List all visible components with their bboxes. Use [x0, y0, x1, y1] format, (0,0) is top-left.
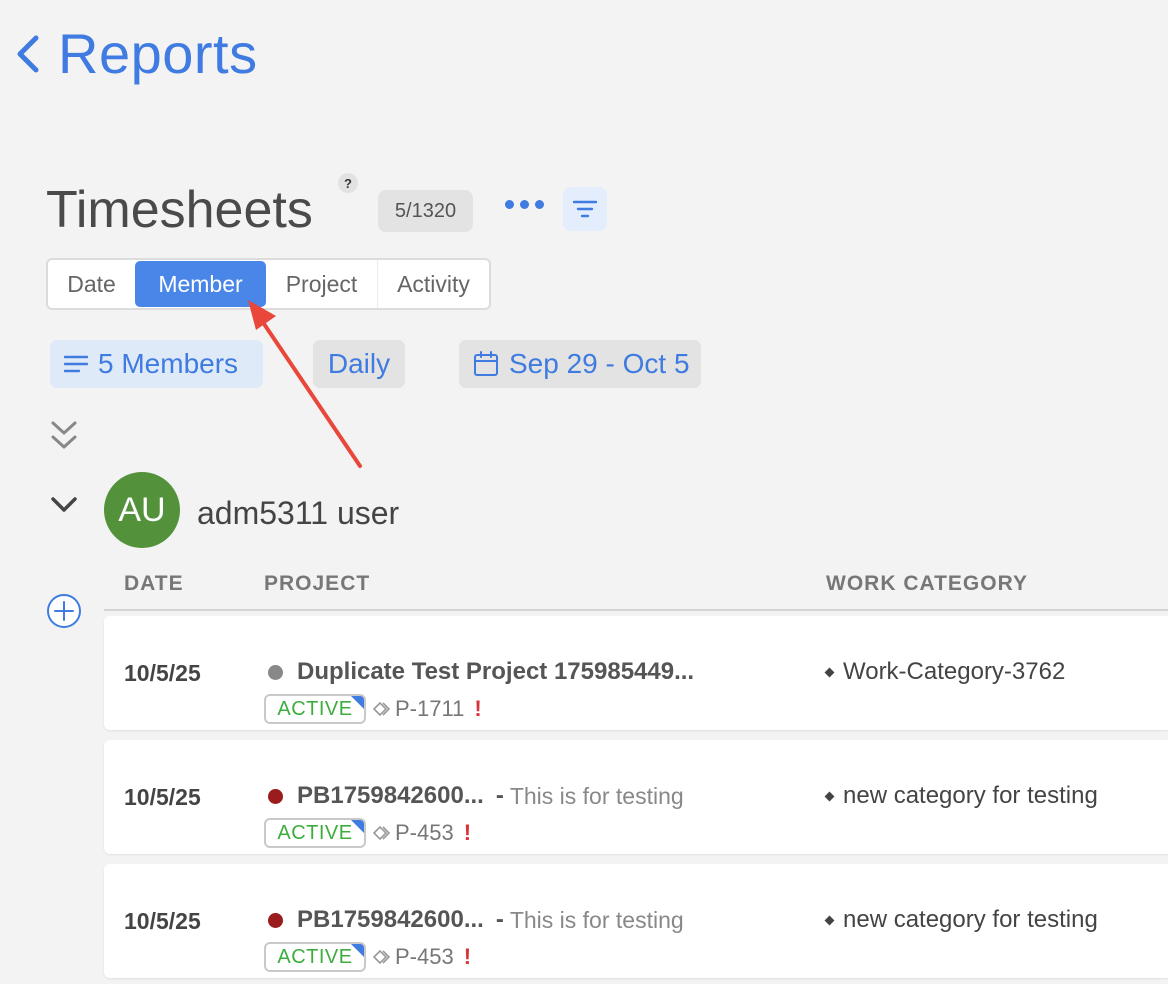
collapse-all-button[interactable]: [50, 420, 78, 457]
project-code: P-453: [372, 944, 454, 970]
tab-date[interactable]: Date: [48, 260, 135, 308]
warning-icon: !: [474, 696, 482, 721]
calendar-icon: [474, 351, 498, 376]
project-code-text: P-453: [395, 820, 454, 845]
work-category-text: new category for testing: [843, 906, 1098, 933]
project-color-dot: [268, 788, 283, 804]
project-name: PB1759842600...: [297, 906, 484, 933]
filter-button[interactable]: [563, 187, 607, 231]
members-filter-label: 5 Members: [98, 348, 239, 379]
more-options-icon[interactable]: [505, 200, 544, 209]
table-row[interactable]: 10/5/25 Duplicate Test Project 175985449…: [104, 616, 1168, 730]
status-label: ACTIVE: [277, 945, 353, 968]
warning-icon: !: [463, 944, 472, 969]
list-icon: [64, 355, 88, 373]
row-work-category: new category for testing: [824, 906, 1098, 934]
frequency-filter-chip[interactable]: Daily: [313, 340, 405, 388]
back-to-reports-link[interactable]: Reports: [14, 22, 258, 86]
row-project[interactable]: PB1759842600... - This is for testing: [268, 906, 684, 934]
row-project-meta: ACTIVE P-453 !: [264, 942, 471, 972]
project-code-text: P-453: [395, 944, 454, 969]
code-tag-icon: [372, 825, 391, 841]
add-entry-button[interactable]: [46, 593, 82, 634]
column-header-project[interactable]: PROJECT: [264, 572, 370, 596]
project-name: Duplicate Test Project 175985449...: [297, 658, 695, 685]
status-badge: ACTIVE: [264, 694, 366, 724]
bullet-diamond-icon: [824, 791, 835, 801]
group-expand-toggle[interactable]: [50, 496, 78, 519]
status-label: ACTIVE: [277, 697, 353, 720]
tab-member[interactable]: Member: [135, 261, 266, 307]
add-circle-icon: [47, 594, 81, 628]
project-description: This is for testing: [509, 782, 684, 809]
table-row[interactable]: 10/5/25 PB1759842600... - This is for te…: [104, 740, 1168, 854]
status-badge: ACTIVE: [264, 818, 366, 848]
bullet-diamond-icon: [824, 915, 835, 925]
row-date: 10/5/25: [124, 660, 201, 686]
tab-project[interactable]: Project: [266, 260, 377, 308]
timesheets-report-page: Reports Timesheets ? 5/1320 Date Member …: [0, 0, 1168, 984]
page-title: Timesheets: [46, 181, 313, 239]
project-code-text: P-1711: [395, 696, 465, 721]
help-icon[interactable]: ?: [338, 173, 358, 193]
avatar: AU: [104, 472, 180, 548]
row-work-category: new category for testing: [824, 782, 1098, 810]
code-tag-icon: [372, 701, 391, 717]
work-category-text: Work-Category-3762: [843, 658, 1066, 685]
filter-icon: [573, 200, 597, 218]
row-project[interactable]: Duplicate Test Project 175985449...: [268, 658, 694, 686]
status-corner-marker: [351, 820, 364, 833]
column-header-work-category[interactable]: WORK CATEGORY: [826, 572, 1028, 596]
row-project[interactable]: PB1759842600... - This is for testing: [268, 782, 684, 810]
tab-activity[interactable]: Activity: [377, 260, 489, 308]
table-row[interactable]: 10/5/25 PB1759842600... - This is for te…: [104, 864, 1168, 978]
project-code: P-1711: [372, 696, 464, 722]
back-label: Reports: [58, 22, 258, 85]
member-name: adm5311 user: [197, 495, 400, 531]
project-color-dot: [268, 912, 283, 928]
chevron-left-icon: [17, 35, 39, 73]
project-separator: -: [495, 906, 504, 933]
table-header-divider: [104, 609, 1168, 611]
status-corner-marker: [351, 696, 364, 709]
project-name: PB1759842600...: [297, 782, 484, 809]
project-color-dot: [268, 664, 283, 680]
date-range-label: Sep 29 - Oct 5: [509, 348, 690, 379]
row-date: 10/5/25: [124, 784, 201, 810]
row-project-meta: ACTIVE P-453 !: [264, 818, 471, 848]
members-filter-chip[interactable]: 5 Members: [50, 340, 263, 388]
double-chevron-down-icon: [51, 421, 77, 449]
chevron-down-icon: [51, 497, 77, 512]
status-badge: ACTIVE: [264, 942, 366, 972]
status-label: ACTIVE: [277, 821, 353, 844]
work-category-text: new category for testing: [843, 782, 1098, 809]
row-project-meta: ACTIVE P-1711 !: [264, 694, 482, 724]
row-work-category: Work-Category-3762: [824, 658, 1066, 686]
status-corner-marker: [351, 944, 364, 957]
group-by-segmented-control: Date Member Project Activity: [46, 258, 491, 310]
project-description: This is for testing: [509, 906, 684, 933]
warning-icon: !: [463, 820, 472, 845]
date-range-chip[interactable]: Sep 29 - Oct 5: [459, 340, 701, 388]
column-header-date[interactable]: DATE: [124, 572, 184, 596]
project-separator: -: [495, 782, 504, 809]
row-date: 10/5/25: [124, 908, 201, 934]
record-count-badge: 5/1320: [378, 190, 473, 232]
code-tag-icon: [372, 949, 391, 965]
bullet-diamond-icon: [824, 667, 835, 677]
project-code: P-453: [372, 820, 454, 846]
